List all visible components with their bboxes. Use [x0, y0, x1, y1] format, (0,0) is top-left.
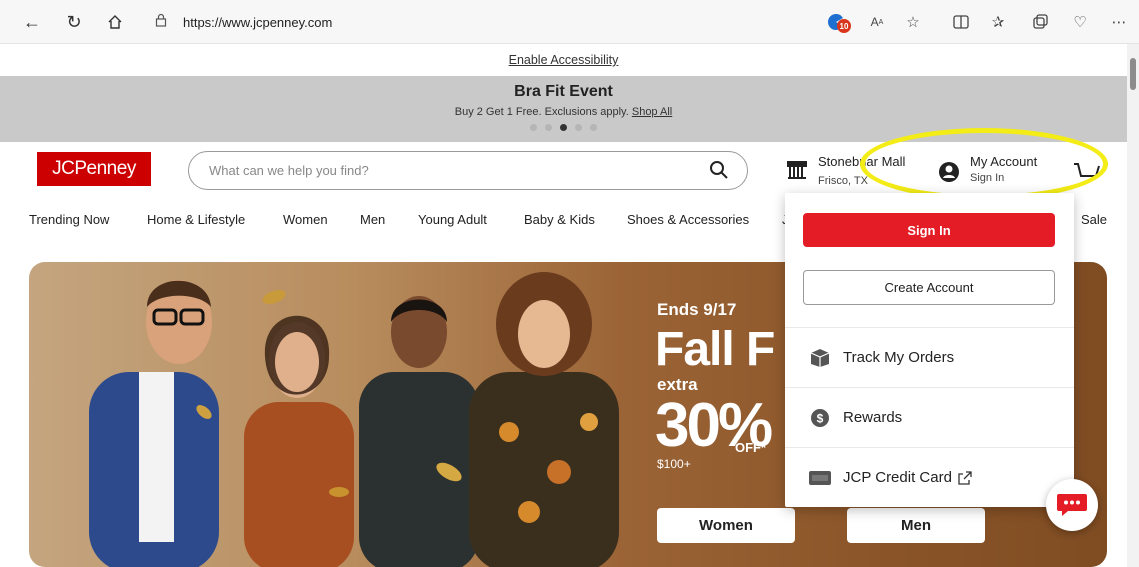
- carousel-dot[interactable]: [530, 124, 537, 131]
- hero-minimum: $100+: [657, 457, 691, 471]
- menu-item-credit-card[interactable]: JCP Credit Card: [785, 447, 1074, 507]
- create-account-button[interactable]: Create Account: [803, 270, 1055, 305]
- home-icon[interactable]: [103, 10, 127, 34]
- search-icon[interactable]: [709, 160, 729, 180]
- svg-text:$: $: [817, 411, 824, 425]
- package-icon: [809, 347, 831, 369]
- back-icon[interactable]: ←: [20, 10, 44, 34]
- nav-shoes-accessories[interactable]: Shoes & Accessories: [627, 212, 749, 227]
- nav-trending-now[interactable]: Trending Now: [29, 212, 109, 227]
- hero-headline: Fall F: [655, 323, 775, 376]
- jcpenney-logo[interactable]: JCPenney: [37, 152, 151, 186]
- more-menu-icon[interactable]: ⋯: [1108, 11, 1130, 33]
- shop-women-button[interactable]: Women: [657, 508, 795, 543]
- url-text: https://www.jcpenney.com: [183, 14, 333, 30]
- external-link-icon: [958, 470, 972, 485]
- promo-subtitle-text: Buy 2 Get 1 Free. Exclusions apply.: [454, 106, 629, 118]
- extension-badge: 10: [837, 19, 851, 33]
- carousel-dot[interactable]: [590, 124, 597, 131]
- carousel-dot[interactable]: [545, 124, 552, 131]
- search-placeholder: What can we help you find?: [209, 163, 369, 178]
- chat-icon: [1057, 494, 1087, 516]
- extension-icon[interactable]: 10: [825, 11, 851, 33]
- page-scrollbar[interactable]: [1127, 44, 1139, 567]
- nav-young-adult[interactable]: Young Adult: [418, 212, 487, 227]
- shop-men-button[interactable]: Men: [847, 508, 985, 543]
- card-icon: [809, 467, 831, 489]
- browser-toolbar: ← ↻ https://www.jcpenney.com 10 AA ☆ ✰ ♡…: [0, 0, 1139, 44]
- carousel-dot-active[interactable]: [560, 124, 567, 131]
- credit-card-label: JCP Credit Card: [843, 469, 952, 486]
- shop-all-link[interactable]: Shop All: [632, 106, 672, 118]
- refresh-icon[interactable]: ↻: [62, 10, 86, 34]
- scrollbar-thumb[interactable]: [1130, 58, 1136, 90]
- heart-pulse-icon[interactable]: ♡: [1069, 11, 1091, 33]
- favorites-list-icon[interactable]: ✰: [987, 11, 1009, 33]
- nav-men[interactable]: Men: [360, 212, 385, 227]
- carousel-dot[interactable]: [575, 124, 582, 131]
- hero-models-image: [89, 272, 619, 567]
- address-bar[interactable]: https://www.jcpenney.com: [143, 8, 783, 36]
- enable-accessibility-link[interactable]: Enable Accessibility: [509, 53, 619, 67]
- promo-title: Bra Fit Event: [514, 83, 613, 100]
- lock-icon: [155, 13, 167, 32]
- annotation-highlight-ellipse: [860, 128, 1108, 200]
- rewards-label: Rewards: [843, 409, 903, 426]
- account-dropdown: Sign In Create Account Track My Orders $…: [785, 193, 1074, 507]
- favorite-star-icon[interactable]: ☆: [902, 11, 924, 33]
- accessibility-bar: Enable Accessibility: [0, 44, 1127, 76]
- dollar-icon: $: [809, 407, 831, 429]
- store-city: Frisco, TX: [818, 175, 868, 187]
- read-aloud-icon[interactable]: AA: [866, 11, 888, 33]
- nav-women[interactable]: Women: [283, 212, 328, 227]
- search-input[interactable]: What can we help you find?: [188, 151, 748, 190]
- nav-sale[interactable]: Sale: [1081, 212, 1107, 227]
- collections-icon[interactable]: [1029, 11, 1051, 33]
- chat-button[interactable]: [1046, 479, 1098, 531]
- menu-item-track-orders[interactable]: Track My Orders: [785, 327, 1074, 387]
- hero-ends-date: Ends 9/17: [657, 300, 737, 319]
- sign-in-button[interactable]: Sign In: [803, 213, 1055, 247]
- nav-baby-kids[interactable]: Baby & Kids: [524, 212, 595, 227]
- hero-off: OFF*: [735, 440, 767, 455]
- promo-subtitle: Buy 2 Get 1 Free. Exclusions apply. Shop…: [0, 106, 1127, 118]
- store-icon[interactable]: [786, 158, 808, 180]
- nav-home-lifestyle[interactable]: Home & Lifestyle: [147, 212, 245, 227]
- menu-item-rewards[interactable]: $ Rewards: [785, 387, 1074, 447]
- split-screen-icon[interactable]: [950, 11, 972, 33]
- track-orders-label: Track My Orders: [843, 349, 955, 366]
